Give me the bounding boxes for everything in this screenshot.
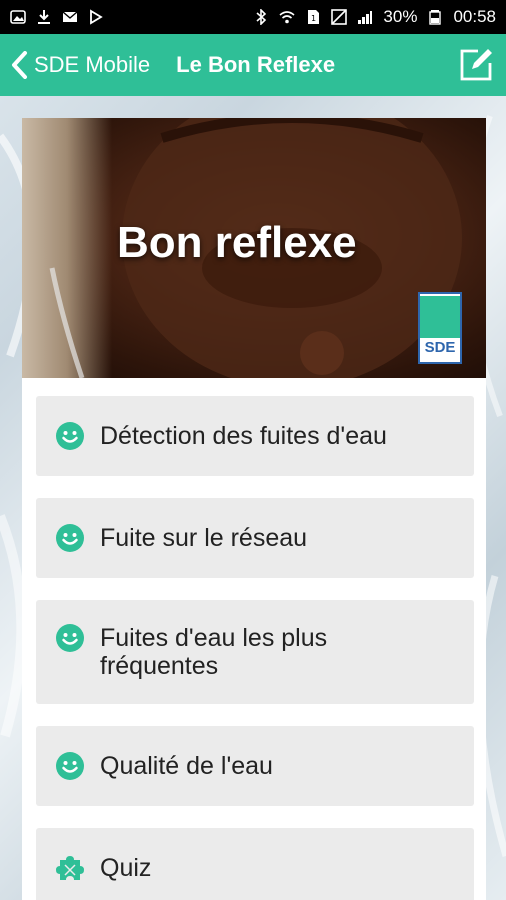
app-bar: SDE Mobile Le Bon Reflexe [0, 34, 506, 96]
smiley-icon [56, 752, 84, 780]
bluetooth-icon [256, 9, 267, 25]
download-icon [38, 10, 50, 24]
page-title: Le Bon Reflexe [176, 52, 336, 77]
smiley-icon [56, 422, 84, 450]
menu-item-label: Fuite sur le réseau [100, 524, 308, 552]
smiley-icon [56, 524, 84, 552]
status-left [10, 9, 104, 25]
banner-image: Bon reflexe SDE [22, 118, 486, 378]
back-button[interactable]: SDE Mobile [0, 34, 156, 96]
menu-item-quiz[interactable]: Quiz [36, 828, 474, 900]
tree-icon [420, 296, 460, 338]
status-right: 1 30% 00:58 [253, 7, 496, 27]
wifi-icon [279, 11, 295, 24]
play-store-icon [90, 9, 103, 25]
signal-icon [358, 11, 373, 24]
battery-icon [429, 10, 442, 25]
menu-item-label: Qualité de l'eau [100, 752, 273, 780]
sde-logo-text: SDE [424, 339, 456, 356]
chevron-left-icon [12, 51, 27, 79]
menu-item-detection[interactable]: Détection des fuites d'eau [36, 396, 474, 476]
battery-percent: 30% [383, 7, 418, 26]
status-bar: 1 30% 00:58 [0, 0, 506, 34]
puzzle-icon [56, 856, 84, 880]
menu-item-reseau[interactable]: Fuite sur le réseau [36, 498, 474, 578]
menu-item-label: Fuites d'eau les plus fréquentes [100, 624, 328, 680]
clock: 00:58 [453, 7, 496, 26]
menu-item-frequentes[interactable]: Fuites d'eau les plus fréquentes [36, 600, 474, 704]
mail-icon [62, 11, 78, 22]
menu-item-qualite[interactable]: Qualité de l'eau [36, 726, 474, 806]
edit-icon[interactable] [458, 47, 494, 83]
no-signal-icon [331, 9, 348, 25]
svg-text:1: 1 [311, 14, 316, 23]
banner-title: Bon reflexe [117, 218, 357, 267]
content-card: Bon reflexe SDE Détection des fuites d'e… [22, 118, 486, 900]
sim-icon: 1 [308, 10, 320, 24]
gallery-icon [10, 10, 26, 24]
back-label: SDE Mobile [34, 52, 151, 77]
menu-item-label: Détection des fuites d'eau [100, 422, 387, 450]
menu-list: Détection des fuites d'eau Fuite sur le … [22, 378, 486, 900]
menu-item-label: Quiz [100, 854, 152, 882]
sde-logo: SDE [418, 292, 462, 364]
smiley-icon [56, 624, 84, 652]
